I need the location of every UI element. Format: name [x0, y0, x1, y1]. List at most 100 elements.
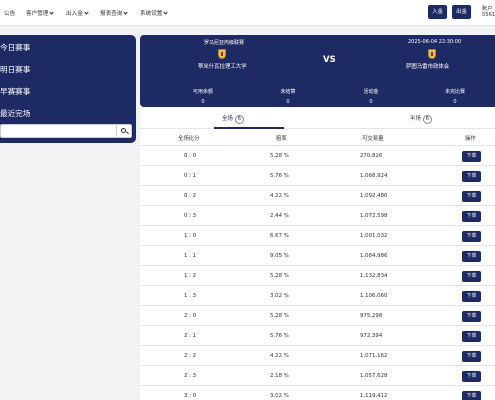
home-team-name: 蒂米什瓦拉理工大学 [198, 64, 247, 70]
score-cell: 0 : 1 [184, 173, 197, 179]
chevron-down-icon [163, 10, 169, 15]
tab-count-badge: 6 [422, 115, 432, 124]
odds-cell: 5.76 % [270, 333, 289, 339]
odds-cell: 3.02 % [270, 393, 289, 399]
odds-cell: 5.28 % [270, 273, 289, 279]
market-tabs: 全场 6 半场 6 [140, 107, 495, 129]
tab-half-time[interactable]: 半场 6 [410, 114, 432, 124]
place-bet-button[interactable]: 下单 [462, 371, 481, 382]
nav-customer-management[interactable]: 客户管理 [26, 9, 55, 17]
place-bet-button[interactable]: 下单 [462, 391, 481, 400]
home-team-logo-icon [218, 49, 226, 59]
score-cell: 3 : 0 [184, 393, 197, 399]
volume-cell: 972,394 [360, 333, 383, 339]
stat-activity-bonus: 活动金 0 [363, 89, 379, 105]
odds-cell: 2.44 % [270, 213, 289, 219]
header-score: 全场比分 [178, 136, 200, 142]
away-team-name: 萨图马雷市政体会 [406, 64, 450, 70]
odds-cell: 5.28 % [270, 153, 289, 159]
score-cell: 1 : 0 [184, 233, 197, 239]
place-bet-button[interactable]: 下单 [462, 231, 481, 242]
table-row: 1 : 0 6.67 % 1,001,032 下单 [140, 225, 495, 245]
volume-cell: 1,106,060 [360, 293, 388, 299]
odds-cell: 4.22 % [270, 353, 289, 359]
score-cell: 2 : 3 [184, 373, 197, 379]
search-input[interactable] [0, 124, 132, 138]
score-table: 全场比分 赔率 可交易量 操作 0 : 0 5.28 % 270,826 下单 0 : … [140, 129, 495, 400]
volume-cell: 1,119,412 [360, 393, 388, 399]
table-row: 2 : 2 4.22 % 1,071,162 下单 [140, 345, 495, 365]
score-cell: 0 : 0 [184, 153, 197, 159]
header-volume: 可交易量 [362, 136, 384, 142]
sidebar-item-early[interactable]: 早赛赛事 [0, 86, 30, 97]
volume-cell: 1,084,986 [360, 253, 388, 259]
place-bet-button[interactable]: 下单 [462, 251, 481, 262]
volume-cell: 1,072,598 [360, 213, 388, 219]
sidebar-item-recent[interactable]: 最近完场 [0, 108, 30, 119]
sidebar-item-today[interactable]: 今日赛事 [0, 42, 30, 53]
place-bet-button[interactable]: 下单 [462, 151, 481, 162]
score-cell: 1 : 2 [184, 273, 197, 279]
account-label: 账户 [482, 6, 493, 12]
volume-cell: 1,092,480 [360, 193, 388, 199]
top-nav: 公告 客户管理 出入金 报表查询 系统设置 入金 出金 账户 5561 [0, 0, 495, 26]
score-cell: 2 : 2 [184, 353, 197, 359]
place-bet-button[interactable]: 下单 [462, 331, 481, 342]
sidebar-item-tomorrow[interactable]: 明日赛事 [0, 64, 30, 75]
chevron-down-icon [123, 10, 129, 15]
nav-deposit-withdraw[interactable]: 出入金 [66, 9, 89, 17]
match-datetime: 2025-06-04 22:30:00 [408, 39, 462, 45]
volume-cell: 975,298 [360, 313, 383, 319]
place-bet-button[interactable]: 下单 [462, 171, 481, 182]
volume-cell: 1,132,834 [360, 273, 388, 279]
table-row: 0 : 2 4.22 % 1,092,480 下单 [140, 185, 495, 205]
volume-cell: 1,071,162 [360, 353, 388, 359]
deposit-button[interactable]: 入金 [428, 5, 447, 19]
vs-label: VS [323, 55, 336, 65]
place-bet-button[interactable]: 下单 [462, 351, 481, 362]
score-cell: 1 : 3 [184, 293, 197, 299]
odds-cell: 9.05 % [270, 253, 289, 259]
table-row: 2 : 3 2.18 % 1,057,628 下单 [140, 365, 495, 385]
chevron-down-icon [49, 10, 55, 15]
chevron-down-icon [84, 10, 89, 15]
table-row: 1 : 1 9.05 % 1,084,986 下单 [140, 245, 495, 265]
tab-count-badge: 6 [234, 115, 244, 124]
league-name: 罗马尼亚丙级联赛 [204, 40, 245, 46]
nav-announcements[interactable]: 公告 [4, 9, 15, 17]
table-row: 2 : 1 5.76 % 972,394 下单 [140, 325, 495, 345]
place-bet-button[interactable]: 下单 [462, 271, 481, 282]
stat-unsettled: 未结算 0 [280, 89, 296, 105]
score-cell: 2 : 0 [184, 313, 197, 319]
score-cell: 1 : 1 [184, 253, 197, 259]
score-cell: 2 : 1 [184, 333, 197, 339]
volume-cell: 270,826 [360, 153, 383, 159]
odds-cell: 2.18 % [270, 373, 289, 379]
nav-reports[interactable]: 报表查询 [100, 9, 129, 17]
odds-cell: 5.28 % [270, 313, 289, 319]
place-bet-button[interactable]: 下单 [462, 311, 481, 322]
volume-cell: 1,068,924 [360, 173, 388, 179]
stat-available-balance: 可用余额 0 [192, 89, 213, 105]
away-team-logo-icon [428, 49, 436, 59]
odds-cell: 3.02 % [270, 293, 289, 299]
odds-cell: 5.76 % [270, 173, 289, 179]
place-bet-button[interactable]: 下单 [462, 291, 481, 302]
place-bet-button[interactable]: 下单 [462, 211, 481, 222]
odds-cell: 4.22 % [270, 193, 289, 199]
table-row: 0 : 0 5.28 % 270,826 下单 [140, 145, 495, 165]
nav-settings[interactable]: 系统设置 [140, 9, 169, 17]
table-row: 0 : 3 2.44 % 1,072,598 下单 [140, 205, 495, 225]
tab-full-time[interactable]: 全场 6 [222, 114, 244, 124]
table-row: 1 : 2 5.28 % 1,132,834 下单 [140, 265, 495, 285]
place-bet-button[interactable]: 下单 [462, 191, 481, 202]
score-cell: 0 : 2 [184, 193, 197, 199]
match-header: 罗马尼亚丙级联赛 2025-06-04 22:30:00 蒂米什瓦拉理工大学 V… [140, 35, 495, 107]
account-value: 5561 [482, 12, 495, 18]
search-button[interactable] [116, 125, 131, 137]
table-row: 0 : 1 5.76 % 1,068,924 下单 [140, 165, 495, 185]
stat-unfinished-matches: 未完比赛 0 [444, 89, 465, 105]
table-row: 2 : 0 5.28 % 975,298 下单 [140, 305, 495, 325]
withdraw-button[interactable]: 出金 [452, 5, 471, 19]
header-odds: 赔率 [276, 136, 287, 142]
